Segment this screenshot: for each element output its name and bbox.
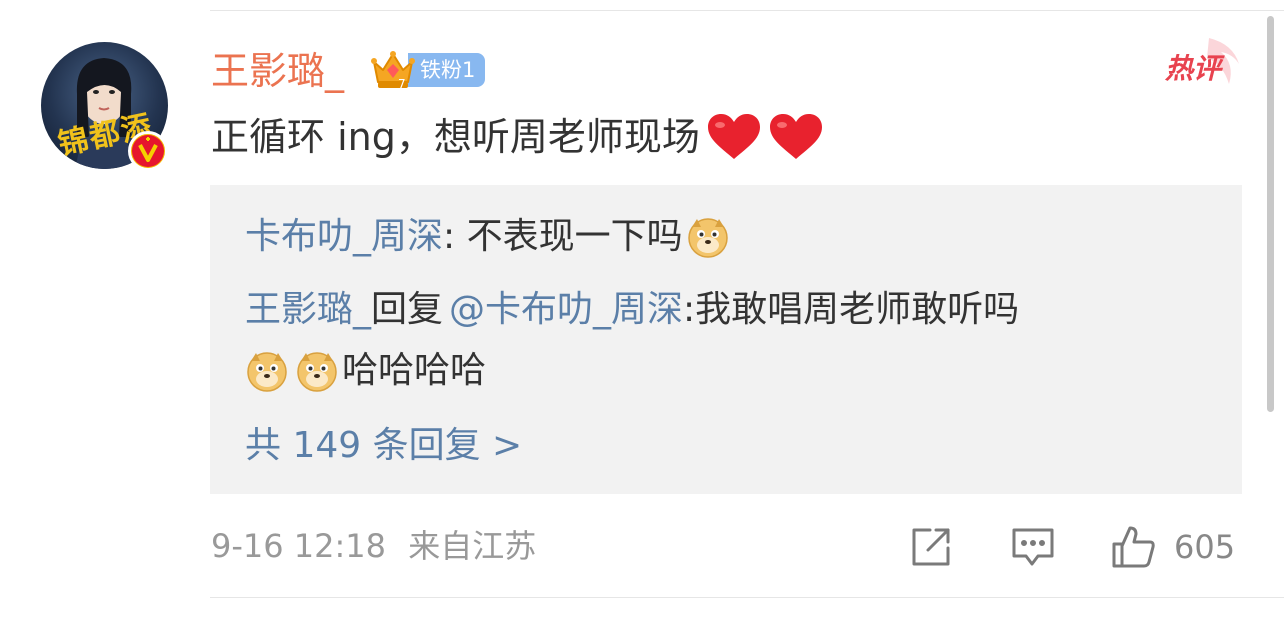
- doge-emoji-icon: [245, 349, 289, 393]
- reply-user-link[interactable]: 卡布叻_周深: [245, 212, 443, 262]
- reply-item[interactable]: 王影璐_ 回复 @卡布叻_周深 :我敢唱周老师敢听吗: [245, 285, 1019, 335]
- heart-emoji-icon: [706, 113, 762, 161]
- reply-verb: 回复: [371, 289, 444, 330]
- comment-username[interactable]: 王影璐_: [211, 48, 344, 94]
- like-count: 605: [1174, 528, 1236, 566]
- reply-text: :我敢唱周老师敢听吗: [683, 289, 1020, 330]
- heart-emoji-icon: [768, 113, 824, 161]
- crown-icon: 7: [370, 48, 416, 92]
- comment-text: 正循环 ing，想听周老师现场: [211, 115, 700, 159]
- reply-separator: :: [443, 216, 467, 257]
- reply-item-continued[interactable]: 哈哈哈哈: [245, 346, 486, 396]
- bottom-divider: [210, 597, 1284, 598]
- top-divider: [210, 10, 1284, 11]
- like-thumbs-up-icon[interactable]: [1110, 524, 1156, 570]
- verified-v-icon: [128, 131, 168, 171]
- fan-badge: 铁粉1: [408, 53, 486, 87]
- hot-tag-label: 热评: [1164, 52, 1225, 85]
- doge-emoji-icon: [295, 349, 339, 393]
- crown-level: 7: [398, 77, 406, 91]
- comment-location: 来自江苏: [408, 527, 537, 565]
- share-icon[interactable]: [908, 524, 954, 570]
- comment-timestamp: 9-16 12:18: [211, 527, 387, 565]
- scrollbar[interactable]: [1267, 16, 1274, 412]
- view-all-replies-link[interactable]: 共 149 条回复 >: [245, 421, 522, 471]
- reply-icon[interactable]: [1010, 524, 1056, 570]
- doge-emoji-icon: [686, 215, 730, 259]
- reply-item[interactable]: 卡布叻_周深 : 不表现一下吗: [245, 212, 733, 262]
- reply-preview-box[interactable]: 卡布叻_周深 : 不表现一下吗 王影璐_ 回复 @卡布叻_周深 :我敢唱周老师敢…: [210, 185, 1242, 494]
- hot-comment-tag: 热评: [1163, 34, 1243, 88]
- reply-user-link[interactable]: 王影璐_: [245, 285, 371, 335]
- reply-text: 哈哈哈哈: [342, 350, 487, 391]
- comment-body: 正循环 ing，想听周老师现场: [211, 112, 824, 162]
- reply-mention-link[interactable]: @卡布叻_周深: [449, 285, 683, 335]
- reply-text: 不表现一下吗: [466, 216, 683, 257]
- comment-meta: 9-16 12:18 来自江苏: [211, 524, 536, 568]
